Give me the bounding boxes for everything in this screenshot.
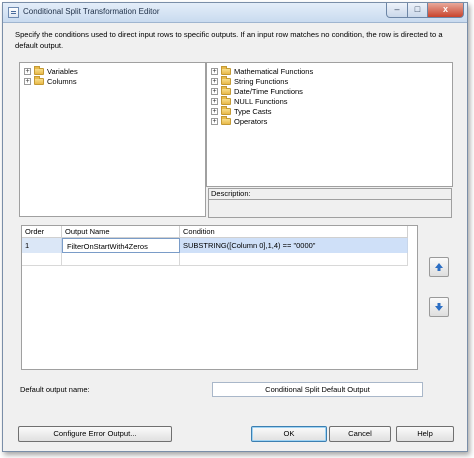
new-row-condition-cell[interactable]	[180, 253, 408, 266]
folder-icon	[221, 96, 231, 105]
conditions-grid[interactable]: Order Output Name Condition 1 FilterOnSt…	[21, 225, 418, 370]
expand-icon[interactable]: +	[211, 118, 218, 125]
tree-item-label: Operators	[234, 117, 268, 126]
expand-icon[interactable]: +	[24, 78, 31, 85]
maximize-button[interactable]: □	[408, 3, 428, 18]
ok-button[interactable]: OK	[251, 426, 327, 442]
cell-output-name-editor[interactable]: FilterOnStartWith4Zeros	[62, 238, 180, 253]
column-header-order[interactable]: Order	[22, 226, 62, 238]
cell-condition[interactable]: SUBSTRING([Column 0],1,4) == "0000"	[180, 238, 408, 253]
tree-item-columns[interactable]: + Columns	[24, 76, 77, 87]
dialog-window: Conditional Split Transformation Editor …	[2, 2, 468, 452]
folder-icon	[34, 76, 44, 85]
expand-icon[interactable]: +	[24, 68, 31, 75]
new-row-order-cell[interactable]	[22, 253, 62, 266]
tree-item-label: String Functions	[234, 77, 289, 86]
columns-tree[interactable]: + Variables + Columns	[19, 62, 206, 217]
description-label: Description:	[208, 188, 452, 200]
tree-item-label: Mathematical Functions	[234, 67, 314, 76]
column-header-output-name[interactable]: Output Name	[62, 226, 180, 238]
title-bar[interactable]: Conditional Split Transformation Editor …	[3, 3, 467, 23]
cell-order[interactable]: 1	[22, 238, 62, 253]
intro-text: Specify the conditions used to direct in…	[15, 30, 443, 50]
expand-icon[interactable]: +	[211, 108, 218, 115]
folder-icon	[34, 66, 44, 75]
expand-icon[interactable]: +	[211, 68, 218, 75]
expand-icon[interactable]: +	[211, 88, 218, 95]
close-button[interactable]: x	[428, 3, 464, 18]
help-button[interactable]: Help	[396, 426, 454, 442]
tree-item-label: Columns	[47, 77, 77, 86]
tree-item-label: Type Casts	[234, 107, 272, 116]
column-header-condition[interactable]: Condition	[180, 226, 408, 238]
cancel-button[interactable]: Cancel	[329, 426, 391, 442]
move-down-button[interactable]	[429, 297, 449, 317]
window-icon	[8, 7, 19, 18]
folder-icon	[221, 66, 231, 75]
window-title: Conditional Split Transformation Editor	[23, 7, 160, 16]
minimize-button[interactable]: –	[386, 3, 408, 18]
tree-item-label: NULL Functions	[234, 97, 288, 106]
folder-icon	[221, 116, 231, 125]
functions-tree[interactable]: + Mathematical Functions + String Functi…	[206, 62, 453, 187]
folder-icon	[221, 86, 231, 95]
expand-icon[interactable]: +	[211, 98, 218, 105]
tree-item-operators[interactable]: + Operators	[211, 116, 267, 127]
new-row-name-cell[interactable]	[62, 253, 180, 266]
configure-error-output-button[interactable]: Configure Error Output...	[18, 426, 172, 442]
folder-icon	[221, 106, 231, 115]
up-arrow-icon	[435, 263, 443, 271]
window-controls: – □ x	[386, 3, 464, 18]
tree-item-label: Date/Time Functions	[234, 87, 303, 96]
move-up-button[interactable]	[429, 257, 449, 277]
down-arrow-icon	[435, 303, 443, 311]
folder-icon	[221, 76, 231, 85]
expand-icon[interactable]: +	[211, 78, 218, 85]
default-output-label: Default output name:	[20, 385, 90, 394]
description-box	[208, 200, 452, 218]
tree-item-label: Variables	[47, 67, 78, 76]
default-output-name-field[interactable]: Conditional Split Default Output	[212, 382, 423, 397]
